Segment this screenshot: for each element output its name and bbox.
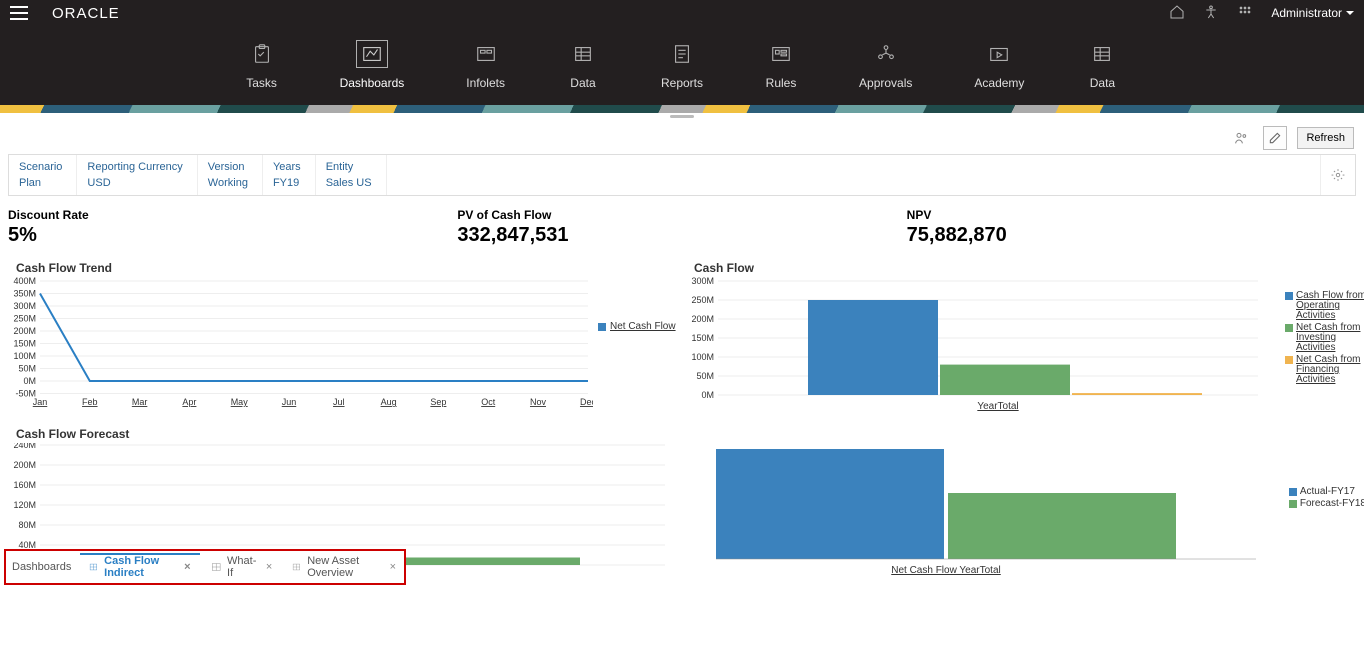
svg-text:200M: 200M <box>691 314 714 324</box>
accessibility-icon[interactable] <box>1203 4 1219 23</box>
pov-scenario[interactable]: ScenarioPlan <box>9 155 77 195</box>
tab-dashboards-root[interactable]: Dashboards <box>12 561 71 573</box>
legend-net-cash-flow[interactable]: Net Cash Flow <box>598 321 676 332</box>
svg-text:250M: 250M <box>13 314 36 324</box>
top-bar: ORACLE Administrator Tasks Dashboards In… <box>0 0 1364 105</box>
tab-new-asset-overview[interactable]: New Asset Overview × <box>292 555 398 579</box>
nav-rules[interactable]: Rules <box>765 40 797 90</box>
svg-text:50M: 50M <box>696 371 714 381</box>
close-tab-icon[interactable]: × <box>388 561 398 573</box>
svg-text:150M: 150M <box>13 339 36 349</box>
svg-text:Net Cash Flow YearTotal: Net Cash Flow YearTotal <box>891 565 1001 576</box>
home-icon[interactable] <box>1169 4 1185 23</box>
svg-text:50M: 50M <box>18 364 36 374</box>
svg-text:Apr: Apr <box>182 397 196 407</box>
kpi-discount-rate: Discount Rate 5% <box>8 208 457 247</box>
svg-text:0M: 0M <box>701 390 714 400</box>
svg-text:Nov: Nov <box>530 397 547 407</box>
pov-settings-icon[interactable] <box>1320 155 1355 195</box>
edit-icon[interactable] <box>1263 126 1287 150</box>
svg-text:Dec: Dec <box>580 397 593 407</box>
svg-text:120M: 120M <box>13 500 36 510</box>
svg-text:200M: 200M <box>13 326 36 336</box>
nav-reports[interactable]: Reports <box>661 40 703 90</box>
chart-fc2-legend: Actual-FY17 Forecast-FY18 <box>1289 487 1364 511</box>
banner-stripe <box>0 105 1364 113</box>
pov-currency[interactable]: Reporting CurrencyUSD <box>77 155 197 195</box>
pov-version[interactable]: VersionWorking <box>198 155 263 195</box>
nav-data-1[interactable]: Data <box>567 40 599 90</box>
action-row: Refresh <box>0 120 1364 154</box>
svg-text:80M: 80M <box>18 520 36 530</box>
apps-icon[interactable] <box>1237 4 1253 23</box>
svg-text:350M: 350M <box>13 289 36 299</box>
chart-svg: 400M 350M 300M 250M 200M 150M 100M 50M 0… <box>8 277 593 417</box>
approvals-icon[interactable] <box>1229 126 1253 150</box>
svg-text:YearTotal: YearTotal <box>977 401 1018 412</box>
svg-text:0M: 0M <box>23 376 36 386</box>
oracle-logo: ORACLE <box>52 5 120 22</box>
svg-text:Jun: Jun <box>282 397 297 407</box>
kpi-pv-cash-flow: PV of Cash Flow 332,847,531 <box>457 208 906 247</box>
user-menu[interactable]: Administrator <box>1271 6 1354 20</box>
chart-svg: Net Cash Flow YearTotal <box>686 427 1276 577</box>
tab-cash-flow-indirect[interactable]: Cash Flow Indirect × <box>89 555 192 579</box>
dashboard-content: Discount Rate 5% PV of Cash Flow 332,847… <box>0 196 1364 577</box>
pov-entity[interactable]: EntitySales US <box>316 155 387 195</box>
chart-net-cash-flow-forecast: Actual-FY17 Forecast-FY18 Net Cash Flow … <box>686 427 1364 577</box>
chart-cash-flow: Cash Flow Cash Flow from Operating Activ… <box>686 261 1364 421</box>
svg-text:300M: 300M <box>13 301 36 311</box>
nav-academy[interactable]: Academy <box>974 40 1024 90</box>
svg-text:Mar: Mar <box>132 397 148 407</box>
nav-dashboards[interactable]: Dashboards <box>340 40 405 90</box>
svg-text:May: May <box>231 397 249 407</box>
svg-text:Sep: Sep <box>430 397 446 407</box>
svg-text:Jan: Jan <box>33 397 48 407</box>
kpi-npv: NPV 75,882,870 <box>907 208 1356 247</box>
nav-infolets[interactable]: Infolets <box>466 40 505 90</box>
pov-bar: ScenarioPlan Reporting CurrencyUSD Versi… <box>8 154 1356 196</box>
svg-text:240M: 240M <box>13 443 36 450</box>
svg-text:160M: 160M <box>13 480 36 490</box>
svg-text:200M: 200M <box>13 460 36 470</box>
close-tab-icon[interactable]: × <box>264 561 274 573</box>
menu-icon[interactable] <box>10 6 28 20</box>
svg-text:150M: 150M <box>691 333 714 343</box>
nav-data-2[interactable]: Data <box>1086 40 1118 90</box>
svg-text:Aug: Aug <box>381 397 397 407</box>
svg-text:100M: 100M <box>691 352 714 362</box>
nav-strip: Tasks Dashboards Infolets Data Reports R… <box>0 26 1364 90</box>
close-tab-icon[interactable]: × <box>182 561 192 573</box>
svg-text:250M: 250M <box>691 295 714 305</box>
svg-text:Feb: Feb <box>82 397 98 407</box>
svg-text:400M: 400M <box>13 277 36 286</box>
pov-years[interactable]: YearsFY19 <box>263 155 316 195</box>
nav-approvals[interactable]: Approvals <box>859 40 912 90</box>
collapse-handle[interactable] <box>0 113 1364 120</box>
chart-cash-flow-legend: Cash Flow from Operating Activities Net … <box>1285 291 1364 387</box>
chart-svg: 300M 250M 200M 150M 100M 50M 0M YearTota… <box>686 277 1276 417</box>
svg-text:Oct: Oct <box>481 397 496 407</box>
chart-cash-flow-trend: Cash Flow Trend Net Cash Flow 400M 350M … <box>8 261 678 421</box>
svg-text:Jul: Jul <box>333 397 345 407</box>
nav-tasks[interactable]: Tasks <box>246 40 278 90</box>
bottom-tabs: Dashboards Cash Flow Indirect × What-If … <box>4 549 406 585</box>
svg-text:300M: 300M <box>691 277 714 286</box>
svg-text:100M: 100M <box>13 351 36 361</box>
tab-what-if[interactable]: What-If × <box>211 555 275 579</box>
caret-down-icon <box>1346 11 1354 15</box>
refresh-button[interactable]: Refresh <box>1297 127 1354 149</box>
user-label: Administrator <box>1271 6 1342 20</box>
